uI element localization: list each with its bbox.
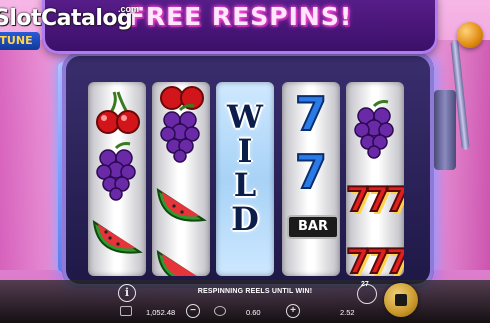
watermelon-symbol	[156, 249, 197, 276]
status-message: RESPINNING REELS UNTIL WIN!	[197, 288, 313, 295]
reel-1	[88, 82, 146, 276]
cherry-symbol	[96, 91, 140, 134]
bet-value: 0.60	[246, 308, 261, 317]
reel-4: 7 7 BAR	[282, 82, 340, 276]
slotcatalog-logo: SlotCatalog .com TUNE	[0, 4, 139, 50]
game-logo-fragment: TUNE	[0, 32, 40, 50]
reel-3-wild: W I L D	[216, 82, 274, 276]
blue-seven-symbol: 7	[294, 86, 328, 142]
autoplay-count: 27	[361, 281, 369, 288]
grape-symbol	[354, 100, 394, 159]
logo-suffix: .com	[118, 4, 140, 14]
reel-2	[152, 82, 210, 276]
red-triple-seven-symbol: 777	[346, 179, 404, 221]
watermelon-symbol	[92, 219, 143, 254]
wild-symbol: W I L D	[216, 100, 274, 236]
lever-knob[interactable]	[457, 22, 483, 48]
minus-icon[interactable]: −	[186, 304, 200, 318]
wild-letter: I	[237, 132, 253, 170]
plus-icon[interactable]: +	[286, 304, 300, 318]
stop-button[interactable]	[384, 283, 418, 317]
logo-text: SlotCatalog	[0, 6, 133, 31]
reel-5: 777 777	[346, 82, 404, 276]
bar-symbol: BAR	[287, 215, 339, 239]
info-icon[interactable]: i	[118, 284, 136, 302]
game-stage: W I L D 7 7 BAR 777 777 FREE RESPINS! Sl…	[0, 0, 490, 323]
red-triple-seven-symbol: 777	[346, 241, 404, 276]
watermelon-symbol	[156, 187, 207, 222]
balance-value: 1,052.48	[146, 308, 176, 317]
coin-stack-icon	[214, 306, 226, 316]
wild-letter: D	[231, 200, 259, 238]
blue-seven-symbol: 7	[294, 144, 328, 200]
wallet-icon	[120, 306, 132, 316]
grape-symbol	[160, 104, 200, 163]
grape-symbol	[96, 142, 136, 201]
wild-letter: L	[233, 166, 257, 204]
wild-letter: W	[227, 98, 263, 136]
win-value: 2.52	[340, 308, 355, 317]
lever-base	[434, 90, 456, 170]
